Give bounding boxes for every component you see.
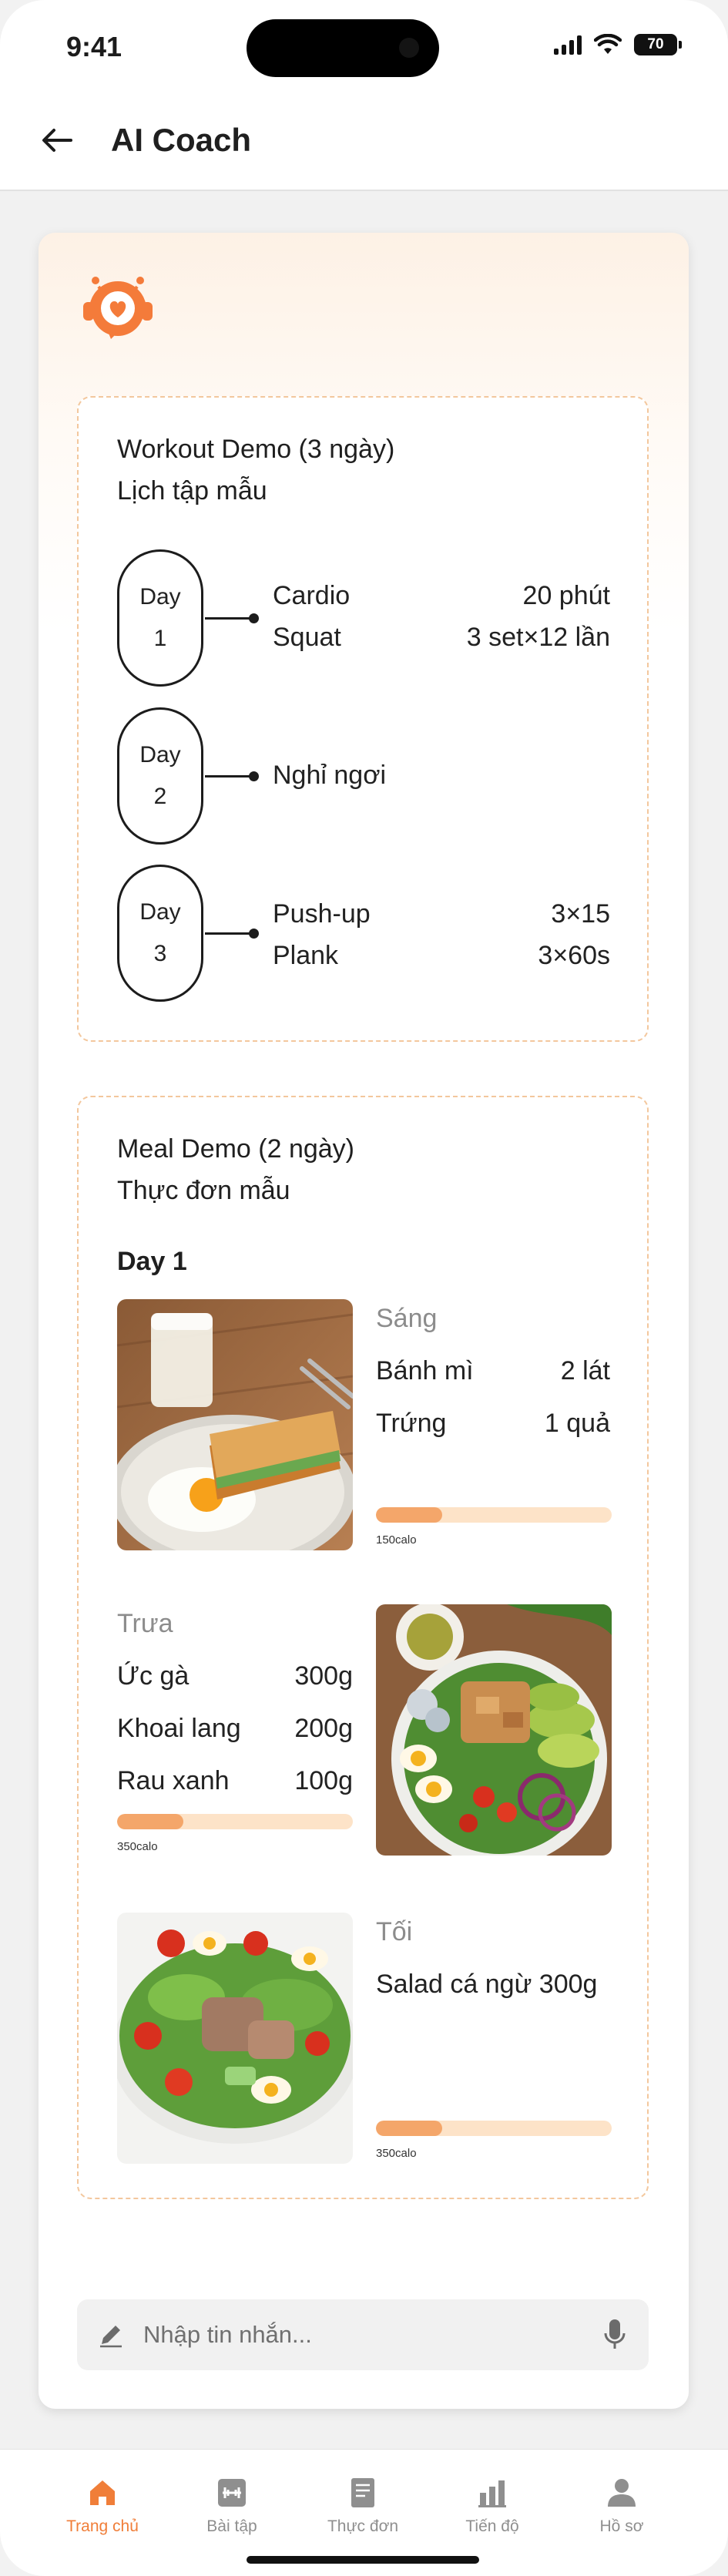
calorie-fill — [376, 2121, 442, 2136]
exercise-value: 3×60s — [538, 941, 610, 970]
food-qty: 1 quả — [544, 1409, 610, 1438]
tab-label: Thực đơn — [327, 2517, 399, 2535]
day-2-pill: Day 2 — [117, 707, 203, 845]
meal-subtitle: Thực đơn mẫu — [117, 1176, 290, 1205]
lunch-image — [376, 1604, 612, 1856]
home-indicator — [247, 2556, 479, 2564]
back-button[interactable] — [37, 120, 77, 160]
dinner-image — [117, 1913, 353, 2164]
status-bar: 9:41 70 — [0, 0, 728, 92]
food-name: Rau xanh — [117, 1766, 230, 1795]
day-label: Day — [139, 899, 181, 925]
workout-demo-section: Workout Demo (3 ngày) Lịch tập mẫu Day 1… — [77, 396, 649, 1042]
connector-line — [205, 613, 259, 623]
workout-subtitle: Lịch tập mẫu — [117, 476, 267, 505]
dinner-heading: Tối — [376, 1917, 413, 1946]
food-qty: 200g — [294, 1714, 353, 1743]
food-name: Salad cá ngừ 300g — [376, 1970, 598, 1999]
exercise-value: 20 phút — [522, 581, 610, 610]
connector-line — [205, 929, 259, 939]
bottom-tab-bar: Trang chủ Bài tập Thực đơn Tiến độ Hồ sơ — [0, 2449, 728, 2576]
food-name: Trứng — [376, 1409, 447, 1438]
exercise-name: Squat — [273, 623, 341, 652]
breakfast-heading: Sáng — [376, 1304, 438, 1333]
status-icons: 70 — [554, 34, 682, 55]
app-header: AI Coach — [0, 92, 728, 191]
exercise-value: 3 set×12 lần — [466, 623, 610, 652]
phone-screen: 9:41 70 AI Coach Workout Demo (3 ngày) L… — [0, 0, 728, 2576]
day-number: 1 — [153, 626, 167, 651]
tab-home[interactable]: Trang chủ — [45, 2476, 160, 2536]
breakfast-image — [117, 1299, 353, 1550]
tab-progress[interactable]: Tiến độ — [434, 2476, 550, 2536]
tab-menu[interactable]: Thực đơn — [305, 2476, 421, 2536]
day-1-pill: Day 1 — [117, 549, 203, 687]
lunch-calories: 350calo — [117, 1840, 158, 1853]
food-name: Bánh mì — [376, 1356, 474, 1385]
page-title: AI Coach — [111, 122, 252, 158]
pencil-icon — [100, 2326, 122, 2348]
meal-demo-section: Meal Demo (2 ngày) Thực đơn mẫu Day 1 Sá… — [77, 1096, 649, 2199]
lunch-heading: Trưa — [117, 1609, 173, 1638]
exercise-name: Push-up — [273, 899, 371, 929]
dumbbell-icon — [218, 2479, 246, 2507]
connector-line — [205, 771, 259, 781]
lunch-calorie-bar — [117, 1814, 353, 1829]
camera-icon — [399, 38, 419, 58]
day-label: Day — [139, 742, 181, 767]
tab-label: Trang chủ — [66, 2517, 139, 2535]
arrow-left-icon — [42, 129, 72, 152]
home-icon — [90, 2480, 115, 2505]
day-number: 2 — [153, 784, 167, 809]
calorie-fill — [117, 1814, 183, 1829]
exercise-name: Nghỉ ngơi — [273, 761, 387, 790]
exercise-name: Plank — [273, 941, 339, 970]
profile-icon — [608, 2479, 636, 2507]
day-label: Day — [139, 584, 181, 610]
exercise-name: Cardio — [273, 581, 351, 610]
battery-icon: 70 — [634, 34, 682, 55]
breakfast-calories: 150calo — [376, 1533, 417, 1547]
tab-label: Bài tập — [206, 2517, 257, 2535]
microphone-icon[interactable] — [602, 2318, 627, 2352]
workout-title: Workout Demo (3 ngày) — [117, 435, 395, 464]
food-qty: 2 lát — [560, 1356, 610, 1385]
calorie-fill — [376, 1507, 442, 1523]
coach-message-card: Workout Demo (3 ngày) Lịch tập mẫu Day 1… — [39, 233, 689, 2409]
tab-label: Hồ sơ — [599, 2517, 644, 2535]
dinner-calorie-bar — [376, 2121, 612, 2136]
dinner-calories: 350calo — [376, 2147, 417, 2160]
exercise-value: 3×15 — [551, 899, 610, 929]
message-input[interactable]: Nhập tin nhắn... — [77, 2299, 649, 2370]
tab-workout[interactable]: Bài tập — [174, 2476, 290, 2536]
food-name: Khoai lang — [117, 1714, 241, 1743]
ai-coach-heart-icon — [83, 277, 153, 339]
bar-chart-icon — [478, 2480, 506, 2507]
meal-day-label: Day 1 — [117, 1247, 187, 1276]
food-qty: 300g — [294, 1661, 353, 1691]
day-3-pill: Day 3 — [117, 865, 203, 1002]
tab-label: Tiến độ — [465, 2517, 519, 2535]
food-name: Ức gà — [117, 1661, 190, 1691]
dynamic-island — [247, 19, 439, 77]
signal-icon — [554, 35, 582, 55]
meal-title: Meal Demo (2 ngày) — [117, 1134, 355, 1164]
day-number: 3 — [153, 941, 167, 966]
message-placeholder: Nhập tin nhắn... — [143, 2321, 312, 2348]
food-qty: 100g — [294, 1766, 353, 1795]
menu-book-icon — [351, 2478, 374, 2507]
wifi-icon — [594, 34, 622, 54]
breakfast-calorie-bar — [376, 1507, 612, 1523]
tab-profile[interactable]: Hồ sơ — [564, 2476, 679, 2536]
status-time: 9:41 — [66, 31, 122, 62]
